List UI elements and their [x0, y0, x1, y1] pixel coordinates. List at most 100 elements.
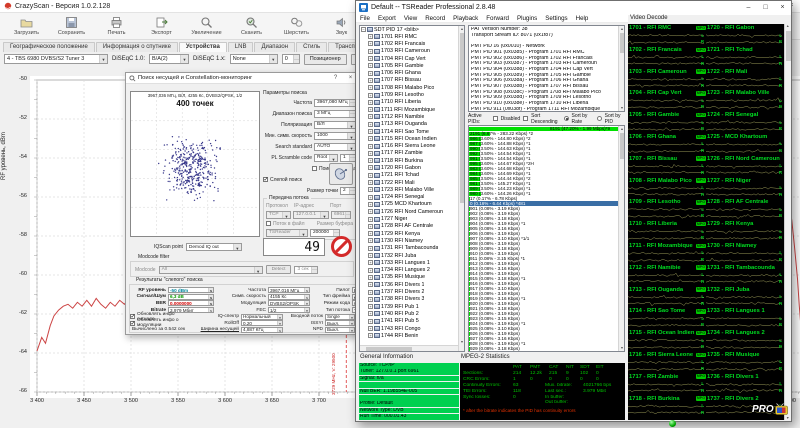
menu-view[interactable]: View — [404, 15, 417, 22]
video-cell[interactable]: 1735 - RFI MusiqueLR — [706, 351, 784, 373]
tree-item[interactable]: +1740 RFI Pub 2 — [360, 310, 464, 317]
toolbar-load-button[interactable]: Загрузить — [4, 13, 49, 39]
field-value[interactable]: 4,887 КГц⇅ — [241, 327, 283, 333]
sort-by-pid-radio[interactable] — [597, 116, 602, 121]
expand-icon[interactable]: + — [368, 158, 373, 163]
tree-item[interactable]: +1733 RFI Langues 1 — [360, 259, 464, 266]
expand-icon[interactable]: + — [368, 326, 373, 331]
tree-vscrollbar[interactable]: ▲▼ — [458, 26, 464, 351]
expand-icon[interactable]: + — [368, 173, 373, 178]
tree-item[interactable]: +1739 RFI Pub 1 — [360, 303, 464, 310]
field-value[interactable]: -50 dBm⇅ — [168, 287, 214, 293]
minimize-icon[interactable]: – — [740, 1, 757, 14]
expand-icon[interactable]: + — [368, 41, 373, 46]
pat-info-panel[interactable]: PAT Version Number: 38Transport Stream I… — [468, 25, 625, 112]
tree-item[interactable]: +1726 RFI Nord Cameroun — [360, 208, 464, 215]
tree-item[interactable]: +1704 RFI Cap Vert — [360, 55, 464, 62]
ip-select[interactable]: 127.0.0.1▼ — [293, 211, 329, 219]
video-cell[interactable]: 1729 - RFI KenyaLR — [706, 220, 784, 242]
menu-help[interactable]: Help — [576, 15, 589, 22]
tree-item[interactable]: +1730 RFI Niamey — [360, 237, 464, 244]
expand-icon[interactable]: + — [368, 151, 373, 156]
menu-settings[interactable]: Settings — [545, 15, 567, 22]
field-value[interactable]: 0,0000000⇅ — [168, 300, 214, 306]
video-cell[interactable]: 1725 - MCD KhartoumLR — [706, 133, 784, 155]
expand-icon[interactable]: + — [368, 122, 373, 127]
tree-item[interactable]: +1728 RFI AF Centrale — [360, 223, 464, 230]
video-cell[interactable]: 1731 - RFI TambacoundaLR — [706, 264, 784, 286]
services-tree[interactable]: −SDT PID 17 <blib>+1701 RFI RMC+1702 RFI… — [359, 25, 465, 352]
field-value[interactable]: Выкл.▼ — [325, 327, 355, 333]
video-cell[interactable]: 1730 - RFI NiameyLR — [706, 242, 784, 264]
tree-item[interactable]: +1707 RFI Bissau — [360, 77, 464, 84]
menu-playback[interactable]: Playback — [453, 15, 478, 22]
tsreader-titlebar[interactable]: Default -- TSReader Professional 2.8.48 … — [356, 1, 791, 14]
sort-descending-checkbox[interactable] — [523, 116, 528, 121]
tree-item[interactable]: +1716 RFI Sierra Leone — [360, 142, 464, 149]
modcode-select[interactable]: All▼ — [159, 266, 263, 274]
video-cell[interactable]: 1717 - RFI ZambieMPGLR — [628, 373, 706, 395]
iqscan-select[interactable]: Demod IQ out▼ — [186, 243, 242, 251]
search-range-field[interactable]: 3 МГц — [314, 110, 356, 118]
expand-icon[interactable]: + — [368, 100, 373, 105]
video-cell[interactable]: 1734 - RFI Langues 2LR — [706, 329, 784, 351]
video-cell[interactable]: 1716 - RFI Sierra LeoneMPGLR — [628, 351, 706, 373]
search-standard-select[interactable]: AUTO▼ — [314, 143, 356, 151]
field-value[interactable]: Нормальный▼ — [241, 314, 283, 320]
tree-item[interactable]: +1724 RFI Senegal — [360, 194, 464, 201]
expand-icon[interactable]: + — [368, 224, 373, 229]
expand-icon[interactable]: + — [368, 78, 373, 83]
video-cell[interactable]: 1715 - RFI Ocean IndienMPGLR — [628, 329, 706, 351]
tree-item[interactable]: +1709 RFI Lesotho — [360, 91, 464, 98]
toolbar-export-button[interactable]: Экспорт — [139, 13, 184, 39]
video-cell[interactable]: 1712 - RFI NamibieMPGLR — [628, 264, 706, 286]
detect-button[interactable]: Detect — [266, 265, 292, 274]
sort-by-rate-radio[interactable] — [564, 116, 569, 121]
video-cell[interactable]: 1706 - RFI GhanaMPGLR — [628, 133, 706, 155]
pid-bar-row[interactable]: 929 (0.08% - 3.18 Kbps) — [469, 346, 618, 351]
detect-interval-stepper[interactable]: 3 сек — [294, 266, 318, 274]
field-value[interactable]: 0.20▼ — [241, 320, 283, 326]
video-cell[interactable]: 1726 - RFI Nord CamerounLR — [706, 155, 784, 177]
field-value[interactable]: Выкл.▼ — [325, 320, 355, 326]
video-cell[interactable]: 1702 - RFI FrancaisMPGLR — [628, 46, 706, 68]
pl-scramble-select[interactable]: Root▼ — [314, 154, 338, 162]
menu-record[interactable]: Record — [425, 15, 445, 22]
tree-item[interactable]: +1711 RFI Mozambique — [360, 106, 464, 113]
polarization-select[interactable]: В/Л▼ — [314, 121, 356, 129]
video-cell[interactable]: 1733 - RFI Langues 1LR — [706, 307, 784, 329]
expand-icon[interactable]: + — [368, 49, 373, 54]
expand-icon[interactable]: + — [368, 333, 373, 338]
pls-search-checkbox[interactable] — [312, 166, 317, 171]
close-icon[interactable]: × — [774, 1, 791, 14]
field-value[interactable]: 6,3 dB⇅ — [168, 294, 214, 300]
expand-icon[interactable]: + — [368, 260, 373, 265]
tree-item[interactable]: +1721 RFI Tchad — [360, 172, 464, 179]
disabled-checkbox[interactable] — [493, 116, 498, 121]
expand-icon[interactable]: + — [368, 253, 373, 258]
tree-item[interactable]: +1732 RFI Juba — [360, 252, 464, 259]
menu-plugins[interactable]: Plugins — [517, 15, 537, 22]
video-cell[interactable]: 1718 - RFI BurkinaMPGLR — [628, 395, 706, 417]
video-cell[interactable]: 1736 - RFI Divers 1LR — [706, 373, 784, 395]
tree-item[interactable]: +1737 RFI Divers 2 — [360, 288, 464, 295]
tree-item[interactable]: +1701 RFI RMC — [360, 33, 464, 40]
expand-icon[interactable]: + — [368, 209, 373, 214]
tree-item[interactable]: +1729 RFI Kenya — [360, 230, 464, 237]
toolbar-print-button[interactable]: Печать — [94, 13, 139, 39]
expand-icon[interactable]: + — [368, 114, 373, 119]
expand-icon[interactable]: + — [368, 34, 373, 39]
tree-item[interactable]: +1743 RFI Congo — [360, 325, 464, 332]
field-value[interactable]: Single▼ — [325, 314, 355, 320]
video-cell[interactable]: 1709 - RFI LesothoMPGLR — [628, 198, 706, 220]
video-cell[interactable]: 1704 - RFI Cap VertMPGLR — [628, 89, 706, 111]
pid-bitrate-bars[interactable]: 8191 (47.20% - 1.99 Mbps)*92191 (6.67% -… — [468, 125, 625, 352]
toolbar-save-button[interactable]: Сохранить — [49, 13, 94, 39]
Обновлять-инфо-сигнале-checkbox[interactable] — [130, 314, 135, 319]
tree-item[interactable]: +1720 RFI Gabon — [360, 164, 464, 171]
field-value[interactable]: 3967,016 МГц⇅ — [268, 287, 310, 293]
tree-item[interactable]: +1723 RFI Malabo Ville — [360, 186, 464, 193]
pat-vscrollbar[interactable]: ▲▼ — [618, 26, 624, 111]
tab-5[interactable]: Диапазон — [254, 42, 295, 52]
tree-item[interactable]: +1706 RFI Ghana — [360, 69, 464, 76]
